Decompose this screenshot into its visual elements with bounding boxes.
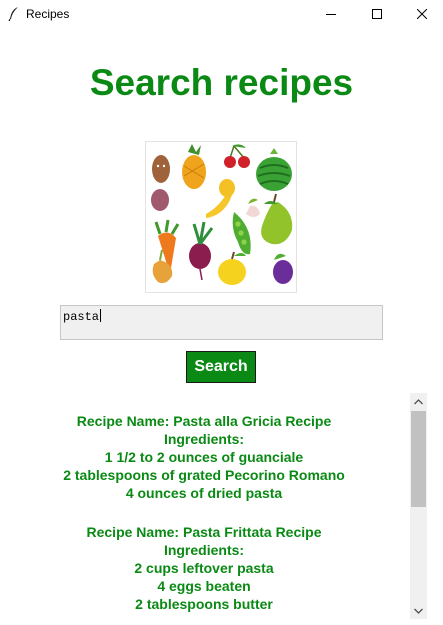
window-title: Recipes [26,7,70,21]
ingredient-item: 2 cups leftover pasta [134,560,274,576]
ingredient-item: 2 tablespoons butter [135,596,273,612]
recipe-result: Recipe Name: Pasta Frittata Recipe Ingre… [0,523,408,613]
results-list: Recipe Name: Pasta alla Gricia Recipe In… [0,412,408,618]
text-caret [100,309,102,322]
ingredient-item: 4 eggs beaten [157,578,251,594]
minimize-icon [326,14,336,15]
scroll-down-button[interactable] [410,602,427,619]
ingredients-label: Ingredients: [163,431,245,447]
recipe-name: Recipe Name: Pasta Frittata Recipe [86,524,322,540]
scroll-thumb[interactable] [411,411,426,507]
close-button[interactable] [400,0,443,28]
minimize-button[interactable] [309,0,353,28]
recipe-name: Recipe Name: Pasta alla Gricia Recipe [76,413,332,429]
ingredient-item: 1 1/2 to 2 ounces of guanciale [104,449,304,465]
search-input-value: pasta [63,310,100,324]
vegetables-image [145,141,297,293]
results-scrollbar[interactable] [410,393,427,619]
ingredient-item: 2 tablespoons of grated Pecorino Romano [63,467,345,483]
close-icon [417,9,427,19]
page-heading: Search recipes [89,62,354,103]
ingredients-label: Ingredients: [163,542,245,558]
scroll-up-button[interactable] [410,393,427,410]
chevron-down-icon [414,608,423,614]
ingredient-item: 4 ounces of dried pasta [125,485,283,501]
recipe-result: Recipe Name: Pasta alla Gricia Recipe In… [0,412,408,502]
search-input[interactable]: pasta [60,305,383,340]
feather-icon [8,7,18,22]
search-button[interactable]: Search [186,351,256,383]
maximize-button[interactable] [355,0,399,28]
maximize-icon [372,9,382,19]
title-bar: Recipes [0,0,443,28]
chevron-up-icon [414,398,423,404]
